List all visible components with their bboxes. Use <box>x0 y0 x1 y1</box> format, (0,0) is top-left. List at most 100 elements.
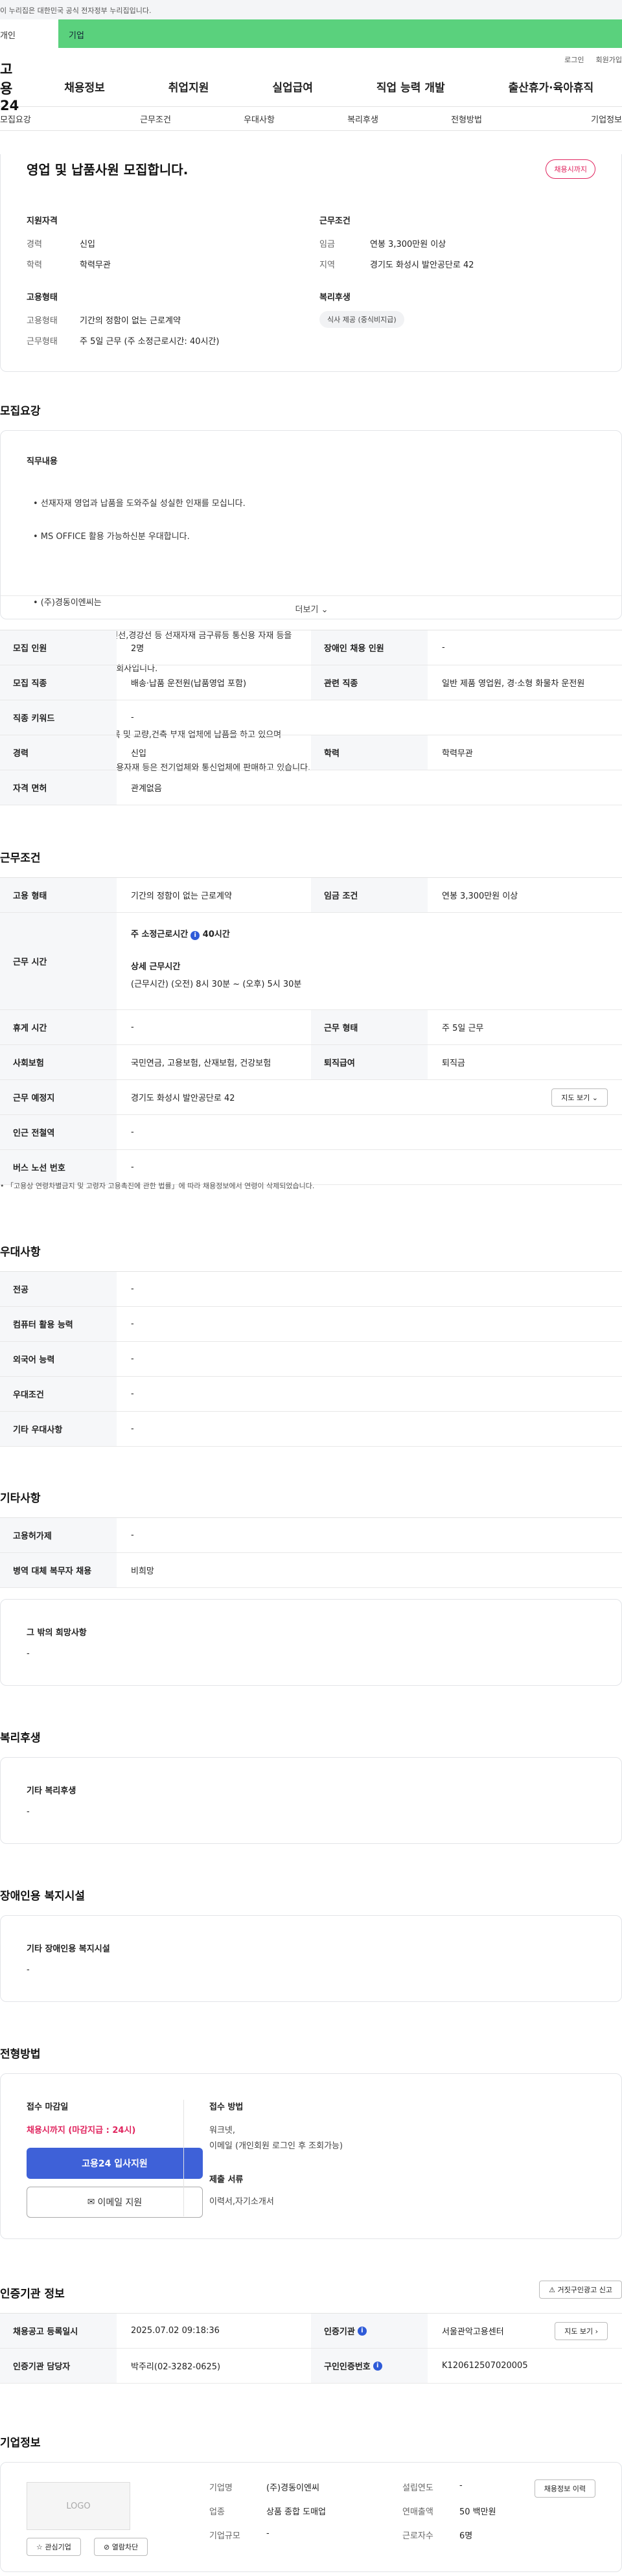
agency-heading: 인증기관 정보 <box>0 2288 65 2301</box>
row-value: - <box>117 1342 622 1377</box>
row-key: 임금 조건 <box>311 878 428 913</box>
wform-label: 근무형태 <box>27 337 58 347</box>
disabled-box-heading: 기타 장애인용 복지시설 <box>27 1944 110 1954</box>
divider <box>183 2100 184 2216</box>
recruit-heading: 모집요강 <box>0 405 41 418</box>
disabled-box: 기타 장애인용 복지시설 - <box>0 1915 622 2002</box>
block-button[interactable]: ⊘ 열람차단 <box>94 2538 148 2556</box>
company-info: 기업명 (주)경동이엔씨 설립연도 - 업종 상품 종합 도매업 연매출액 50 백만원… <box>209 2481 589 2541</box>
etc-table: 고용허가제 - 병역 대체 복무자 채용 비희망 <box>0 1517 622 1588</box>
sales-value: 50 백만원 <box>459 2507 496 2517</box>
login-link[interactable]: 로그인 <box>564 56 584 64</box>
row-value: 관계없음 <box>117 770 622 805</box>
snb-company[interactable]: 기업정보 <box>518 113 622 125</box>
agency-map-button[interactable]: 지도 보기 › <box>555 2321 608 2340</box>
row-value: 주 5일 근무 <box>428 1010 622 1045</box>
history-label: 채용정보 이력 <box>544 2485 586 2493</box>
method-heading: 접수 방법 <box>209 2102 244 2112</box>
cond-heading: 근무조건 <box>319 216 351 226</box>
util-menu: 로그인 회원가입 <box>0 48 622 66</box>
more-button[interactable]: 더보기 ⌄ <box>1 595 622 619</box>
nav-employment-support[interactable]: 취업지원 <box>168 78 209 95</box>
snb-welfare[interactable]: 복리후생 <box>311 113 415 125</box>
company-card: LOGO ☆ 관심기업 ⊘ 열람차단 기업명 (주)경동이엔씨 설립연도 - 업종 상… <box>0 2462 622 2572</box>
nav-training[interactable]: 직업 능력 개발 <box>376 78 445 95</box>
agency-label: 인증기관 <box>324 2327 355 2337</box>
row-value: - <box>117 1518 622 1553</box>
emp-heading: 고용형태 <box>27 293 58 303</box>
fav-button[interactable]: ☆ 관심기업 <box>27 2538 81 2556</box>
method-value-2: 이메일 (개인회원 로그인 후 조회가능) <box>209 2141 343 2151</box>
qual-heading: 지원자격 <box>27 216 58 226</box>
row-key: 버스 노선 번호 <box>0 1150 117 1185</box>
etype-value: 기간의 정함이 없는 근로계약 <box>80 316 181 326</box>
snb-work[interactable]: 근무조건 <box>104 113 207 125</box>
gov-banner: 이 누리집은 대한민국 공식 전자정부 누리집입니다. <box>0 0 622 19</box>
row-key: 고용허가제 <box>0 1518 117 1553</box>
row-key: 근무 예정지 <box>0 1080 117 1115</box>
row-value: 학력무관 <box>428 735 622 770</box>
duty-line: • MS OFFICE 활용 가능하신분 우대합니다. <box>33 532 190 542</box>
name-value: (주)경동이엔씨 <box>266 2483 319 2493</box>
row-key: 근무 형태 <box>311 1010 428 1045</box>
nav-jobs[interactable]: 채용정보 <box>64 78 105 95</box>
row-value: 기간의 정함이 없는 근로계약 <box>117 878 311 913</box>
info-icon[interactable]: i <box>357 2326 367 2336</box>
weekly-hours-value: 40시간 <box>202 930 230 939</box>
snb-recruit[interactable]: 모집요강 <box>0 113 104 125</box>
row-value: 국민연금, 고용보험, 산재보험, 건강보험 <box>117 1045 311 1080</box>
row-value: K120612507020005 <box>428 2349 622 2384</box>
tab-company[interactable]: 기업 <box>58 19 622 48</box>
apply-button[interactable]: 고용24 입사지원 <box>27 2148 203 2179</box>
info-icon[interactable]: i <box>373 2361 382 2371</box>
snb-prefer[interactable]: 우대사항 <box>207 113 311 125</box>
prefer-heading: 우대사항 <box>0 1246 41 1259</box>
wage-label: 임금 <box>319 240 335 249</box>
nav-leave[interactable]: 출산휴가·육아휴직 <box>509 78 594 95</box>
row-key: 근무 시간 <box>0 913 117 1010</box>
row-key: 인증기관 담당자 <box>0 2349 117 2384</box>
tab-personal[interactable]: 개인 <box>0 19 58 48</box>
row-key: 채용공고 등록일시 <box>0 2314 117 2349</box>
etype-label: 고용형태 <box>27 316 58 326</box>
row-value: 일반 제품 영업원, 경·소형 화물차 운전원 <box>428 665 622 700</box>
site-logo[interactable]: 고용24 <box>0 59 19 113</box>
history-button[interactable]: 채용정보 이력 <box>534 2479 595 2498</box>
main-nav: 고용24 채용정보 취업지원 실업급여 직업 능력 개발 출산휴가·육아휴직 <box>0 62 622 113</box>
info-icon[interactable]: i <box>190 931 200 940</box>
agency-name: 서울관악고용센터 <box>442 2327 504 2337</box>
welf-heading: 복리후생 <box>319 293 351 303</box>
row-key: 전공 <box>0 1272 117 1307</box>
detail-hours-value: (근무시간) (오전) 8시 30분 ~ (오후) 5시 30분 <box>131 980 302 989</box>
map-button[interactable]: 지도 보기 ⌄ <box>551 1088 608 1107</box>
row-key: 모집 직종 <box>0 665 117 700</box>
section-nav: 모집요강 근무조건 우대사항 복리후생 전형방법 기업정보 <box>0 106 622 131</box>
report-button-label: 거짓구인광고 신고 <box>557 2286 612 2294</box>
row-value: 2025.07.02 09:18:36 <box>117 2314 311 2349</box>
email-apply-button[interactable]: ✉ 이메일 지원 <box>27 2187 203 2218</box>
work-heading: 근무조건 <box>0 852 41 865</box>
row-value: - <box>117 700 622 735</box>
signup-link[interactable]: 회원가입 <box>596 56 622 64</box>
row-key: 인증기관 i <box>311 2314 428 2349</box>
block-icon: ⊘ <box>104 2543 110 2551</box>
recv-value: 채용시까지 (마감지급 : 24시) <box>27 2126 136 2135</box>
fav-label: 관심기업 <box>45 2543 71 2551</box>
report-button[interactable]: ⚠ 거짓구인광고 신고 <box>539 2281 622 2299</box>
row-key: 컴퓨터 활용 능력 <box>0 1307 117 1342</box>
alert-icon: ⚠ <box>549 2286 556 2294</box>
row-value: - <box>117 1412 622 1447</box>
nav-unemployment[interactable]: 실업급여 <box>272 78 313 95</box>
snb-process[interactable]: 전형방법 <box>415 113 518 125</box>
apply-button-label: 고용24 입사지원 <box>82 2159 148 2169</box>
row-value: 박주리(02-3282-0625) <box>117 2349 311 2384</box>
row-key: 기타 우대사항 <box>0 1412 117 1447</box>
row-key: 학력 <box>311 735 428 770</box>
row-key: 장애인 채용 인원 <box>311 630 428 665</box>
row-value: 연봉 3,300만원 이상 <box>428 878 622 913</box>
staff-value: 6명 <box>459 2531 473 2541</box>
area-value: 경기도 화성시 발안공단로 42 <box>370 260 474 270</box>
edu-value: 학력무관 <box>80 260 111 270</box>
row-value: - <box>117 1307 622 1342</box>
welfare-heading: 복리후생 <box>0 1732 41 1745</box>
